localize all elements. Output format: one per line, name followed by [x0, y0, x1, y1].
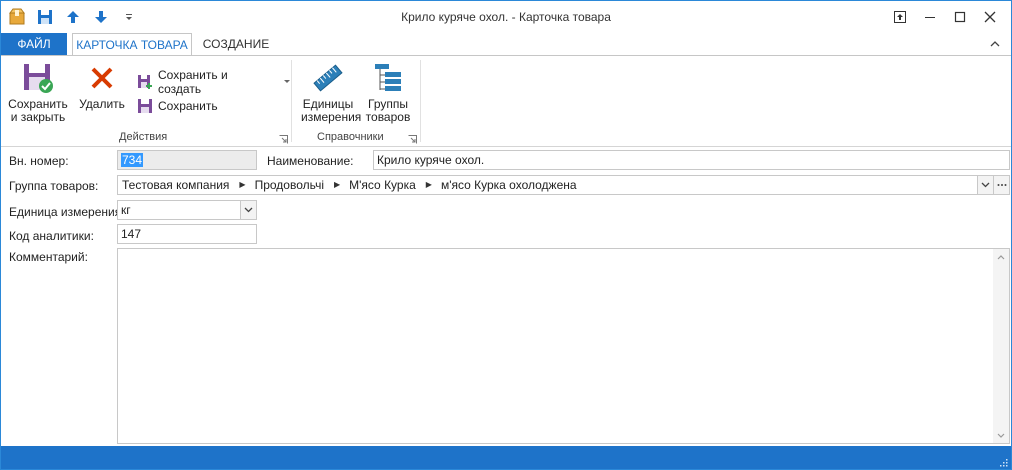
- name-field[interactable]: Крило куряче охол.: [373, 150, 1010, 170]
- minimize-icon[interactable]: [915, 5, 945, 29]
- internal-number-field[interactable]: 734: [117, 150, 257, 170]
- references-group-label: Справочники: [317, 131, 384, 143]
- ribbon-panel: Сохранить и закрыть Удалить Сохранить и …: [1, 55, 1011, 147]
- comment-scrollbar[interactable]: [993, 249, 1009, 443]
- unit-select[interactable]: кг: [117, 200, 257, 220]
- breadcrumb-item[interactable]: м'ясо Курка охолоджена: [441, 176, 583, 194]
- save-create-icon: [137, 74, 153, 90]
- tab-create[interactable]: СОЗДАНИЕ: [195, 33, 277, 55]
- unit-value: кг: [121, 203, 131, 217]
- ribbon-group-references: Единицы измерения Группы товаров Справоч…: [293, 56, 421, 146]
- save-create-button[interactable]: Сохранить и создать: [137, 68, 291, 96]
- save-label: Сохранить: [158, 99, 218, 113]
- delete-x-icon: [84, 60, 120, 96]
- actions-group-label: Действия: [119, 131, 168, 143]
- tab-product-card[interactable]: КАРТОЧКА ТОВАРА: [72, 33, 192, 56]
- units-label: Единицы измерения: [301, 97, 362, 124]
- internal-number-value: 734: [121, 153, 144, 167]
- collapse-ribbon-icon[interactable]: [987, 36, 1003, 52]
- status-bar: [1, 446, 1011, 469]
- breadcrumb-item[interactable]: М'ясо Курка: [349, 176, 422, 194]
- save-button[interactable]: Сохранить: [137, 98, 218, 114]
- breadcrumb-arrow-icon: ▶: [425, 180, 432, 189]
- title-bar: Крило куряче охол. - Карточка товара: [1, 1, 1011, 33]
- resize-grip-icon[interactable]: [998, 456, 1008, 467]
- dialog-launcher-icon[interactable]: [279, 133, 288, 144]
- scroll-down-icon[interactable]: [996, 430, 1006, 440]
- save-close-icon: [20, 60, 56, 96]
- product-group-field[interactable]: Тестовая компания ▶ Продовольчі ▶ М'ясо …: [117, 175, 1010, 195]
- comment-textarea[interactable]: [117, 248, 1010, 444]
- dropdown-arrow-icon[interactable]: [283, 79, 291, 85]
- ribbon-tabs: ФАЙЛ КАРТОЧКА ТОВАРА СОЗДАНИЕ: [1, 33, 1011, 56]
- scroll-up-icon[interactable]: [996, 252, 1006, 262]
- maximize-icon[interactable]: [945, 5, 975, 29]
- save-small-icon: [137, 98, 153, 114]
- window-controls: [885, 5, 1005, 29]
- chevron-down-icon[interactable]: [240, 201, 256, 219]
- tab-file[interactable]: ФАЙЛ: [1, 33, 67, 55]
- breadcrumb-arrow-icon: ▶: [333, 180, 341, 189]
- tree-list-icon: [370, 60, 406, 96]
- comment-label: Комментарий:: [9, 250, 88, 264]
- save-close-button[interactable]: Сохранить и закрыть: [7, 60, 69, 124]
- close-icon[interactable]: [975, 5, 1005, 29]
- save-close-label: Сохранить и закрыть: [8, 97, 68, 124]
- units-button[interactable]: Единицы измерения: [299, 60, 362, 124]
- breadcrumb-arrow-icon: ▶: [239, 180, 246, 189]
- product-card-window: Крило куряче охол. - Карточка товара ФАЙ…: [0, 0, 1012, 470]
- ribbon-group-actions: Сохранить и закрыть Удалить Сохранить и …: [1, 56, 291, 146]
- window-title: Крило куряче охол. - Карточка товара: [401, 10, 611, 24]
- analytics-code-field[interactable]: 147: [117, 224, 257, 244]
- ruler-icon: [310, 60, 346, 96]
- unit-label: Единица измерения:: [9, 205, 125, 219]
- breadcrumb: Тестовая компания ▶ Продовольчі ▶ М'ясо …: [122, 176, 1009, 194]
- ellipsis-icon[interactable]: [993, 176, 1009, 194]
- dialog-launcher-icon[interactable]: [408, 133, 417, 144]
- analytics-code-label: Код аналитики:: [9, 229, 94, 243]
- name-label: Наименование:: [267, 154, 354, 168]
- product-groups-label: Группы товаров: [365, 97, 411, 124]
- internal-number-label: Вн. номер:: [9, 154, 69, 168]
- delete-label: Удалить: [79, 97, 125, 111]
- restore-icon[interactable]: [885, 5, 915, 29]
- save-create-label: Сохранить и создать: [158, 68, 228, 96]
- product-group-label: Группа товаров:: [9, 179, 99, 193]
- breadcrumb-item[interactable]: Продовольчі: [255, 176, 330, 194]
- delete-button[interactable]: Удалить: [75, 60, 129, 111]
- chevron-down-icon[interactable]: [977, 176, 993, 194]
- breadcrumb-item[interactable]: Тестовая компания: [122, 176, 235, 194]
- group-divider: [291, 60, 292, 142]
- product-form: Вн. номер: 734 Наименование: Крило куряч…: [1, 147, 1011, 447]
- group-divider: [420, 60, 421, 142]
- product-groups-button[interactable]: Группы товаров: [363, 60, 413, 124]
